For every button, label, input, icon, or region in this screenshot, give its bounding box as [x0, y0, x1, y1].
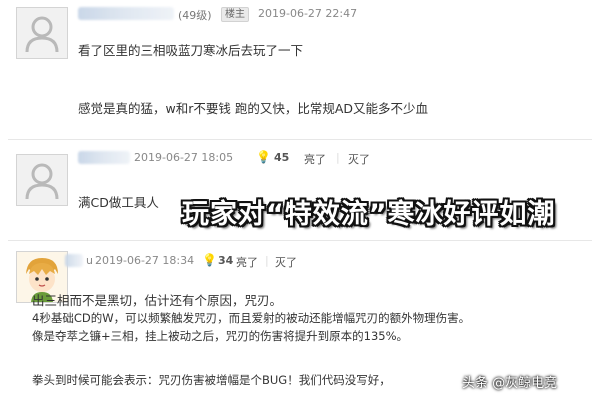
blurred-username	[78, 7, 174, 20]
like-button[interactable]: 亮了	[236, 254, 258, 270]
username-fragment: u	[86, 254, 93, 267]
post-timestamp: 2019-06-27 22:47	[258, 7, 358, 20]
post-divider	[8, 139, 592, 140]
lightbulb-icon[interactable]: 💡	[202, 253, 217, 267]
post-timestamp: 2019-06-27 18:05	[134, 151, 234, 164]
lightbulb-icon[interactable]: 💡	[256, 150, 271, 164]
post-text-line: 看了区里的三相吸蓝刀寒冰后去玩了一下	[78, 43, 304, 58]
post-divider	[8, 240, 592, 241]
source-watermark: 头条 @灰鲸电竞	[462, 376, 558, 391]
post-meta: 2019-06-27 18:05 💡 45 亮了 | 灭了	[78, 150, 418, 167]
post-text-line: 像是夺萃之镰+三相，挂上被动之后，咒刃的伤害将提升到原本的135%。	[32, 329, 409, 343]
op-badge: 楼主	[221, 7, 249, 22]
post-text-line: 拳头到时候可能会表示：咒刃伤害被增幅是个BUG！我们代码没写好，	[32, 373, 391, 387]
post-timestamp: 2019-06-27 18:34	[95, 254, 195, 267]
dislike-button[interactable]: 灭了	[275, 254, 297, 270]
post-text-line: 感觉是真的猛，w和r不要钱 跑的又快，比常规AD又能多不少血	[78, 101, 429, 116]
post-meta: (49级) 楼主 2019-06-27 22:47	[78, 7, 438, 23]
blurred-username	[78, 151, 130, 164]
dislike-button[interactable]: 灭了	[348, 151, 370, 167]
like-count: 34	[218, 254, 234, 267]
like-count: 45	[274, 151, 290, 164]
post-original: (49级) 楼主 2019-06-27 22:47 看了区里的三相吸蓝刀寒冰后去…	[0, 0, 600, 138]
post-text-line: 4秒基础CD的W，可以频繁触发咒刃，而且爱射的被动还能增幅咒刃的额外物理伤害。	[32, 311, 471, 325]
post-text-line: 出三相而不是黑切，估计还有个原因，咒刃。	[32, 293, 283, 308]
blurred-username	[65, 254, 83, 267]
like-button[interactable]: 亮了	[304, 151, 326, 167]
vote-separator: |	[336, 151, 340, 164]
default-user-avatar-icon[interactable]	[16, 154, 68, 206]
post-meta: u 2019-06-27 18:34 💡 34 亮了 | 灭了	[65, 253, 405, 270]
user-level: (49级)	[178, 9, 212, 22]
vote-separator: |	[265, 254, 269, 267]
overlay-headline: 玩家对“特效流”寒冰好评如潮	[182, 199, 556, 230]
post-text-line: 满CD做工具人	[78, 195, 159, 210]
default-user-avatar-icon[interactable]	[16, 7, 68, 59]
